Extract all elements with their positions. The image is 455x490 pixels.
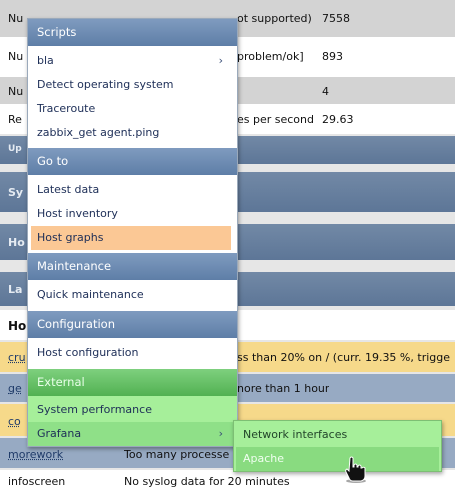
menu-item-traceroute[interactable]: Traceroute xyxy=(28,97,237,121)
row-value: 4 xyxy=(322,85,329,98)
menu-item-agent-ping[interactable]: zabbix_get agent.ping xyxy=(28,121,237,145)
widget-header-label: Up xyxy=(8,144,22,154)
trigger-row: infoscreen No syslog data for 20 minutes xyxy=(0,470,455,490)
row-description: ot supported) xyxy=(237,12,312,25)
chevron-right-icon: › xyxy=(218,427,223,440)
trigger-host-link[interactable]: co xyxy=(8,415,21,428)
row-value: 29.63 xyxy=(322,113,354,126)
trigger-description: nore than 1 hour xyxy=(237,382,330,395)
menu-section-external: External xyxy=(28,369,237,396)
row-description: es per second xyxy=(237,113,314,126)
hand-cursor-icon xyxy=(345,456,366,483)
menu-section-maintenance: Maintenance xyxy=(28,253,237,280)
external-items-group: System performance Grafana › xyxy=(28,396,237,446)
menu-section-configuration: Configuration xyxy=(28,311,237,338)
trigger-host-link[interactable]: cru xyxy=(8,351,26,364)
menu-section-goto: Go to xyxy=(28,148,237,175)
row-value: 893 xyxy=(322,50,343,63)
row-description: problem/ok] xyxy=(237,50,304,63)
trigger-description: ss than 20% on / (curr. 19.35 %, trigge xyxy=(237,351,451,364)
menu-section-scripts: Scripts xyxy=(28,19,237,46)
trigger-host-link[interactable]: ge xyxy=(8,382,22,395)
menu-item-quick-maintenance[interactable]: Quick maintenance xyxy=(28,283,237,307)
row-label: Re xyxy=(8,113,22,126)
widget-header-label: Ho xyxy=(8,236,25,249)
menu-item-bla[interactable]: bla › xyxy=(28,49,237,73)
menu-item-host-graphs[interactable]: Host graphs xyxy=(31,226,231,250)
row-label: Nu xyxy=(8,50,24,63)
submenu-item-network-interfaces[interactable]: Network interfaces xyxy=(234,423,441,447)
host-context-menu: Scripts bla › Detect operating system Tr… xyxy=(27,18,238,447)
row-value: 7558 xyxy=(322,12,350,25)
chevron-right-icon: › xyxy=(218,54,223,67)
menu-item-host-inventory[interactable]: Host inventory xyxy=(28,202,237,226)
menu-item-grafana[interactable]: Grafana › xyxy=(28,422,237,446)
menu-item-system-performance[interactable]: System performance xyxy=(28,396,237,422)
row-label: Nu xyxy=(8,12,24,25)
row-label: Nu xyxy=(8,85,24,98)
menu-item-latest-data[interactable]: Latest data xyxy=(28,178,237,202)
submenu-item-apache[interactable]: Apache xyxy=(236,447,439,471)
trigger-host-link[interactable]: morework xyxy=(8,448,63,461)
widget-header-label: La xyxy=(8,283,23,296)
widget-header-label: Sy xyxy=(8,186,24,199)
trigger-description: Too many processe xyxy=(124,448,230,461)
menu-item-label: Grafana xyxy=(37,427,82,440)
menu-item-host-configuration[interactable]: Host configuration xyxy=(28,341,237,365)
trigger-description: No syslog data for 20 minutes xyxy=(124,475,290,488)
grafana-submenu: Network interfaces Apache xyxy=(233,420,442,472)
widget-title: Ho xyxy=(8,319,27,333)
menu-item-label: bla xyxy=(37,54,54,67)
trigger-host-label[interactable]: infoscreen xyxy=(8,475,65,488)
menu-item-detect-os[interactable]: Detect operating system xyxy=(28,73,237,97)
